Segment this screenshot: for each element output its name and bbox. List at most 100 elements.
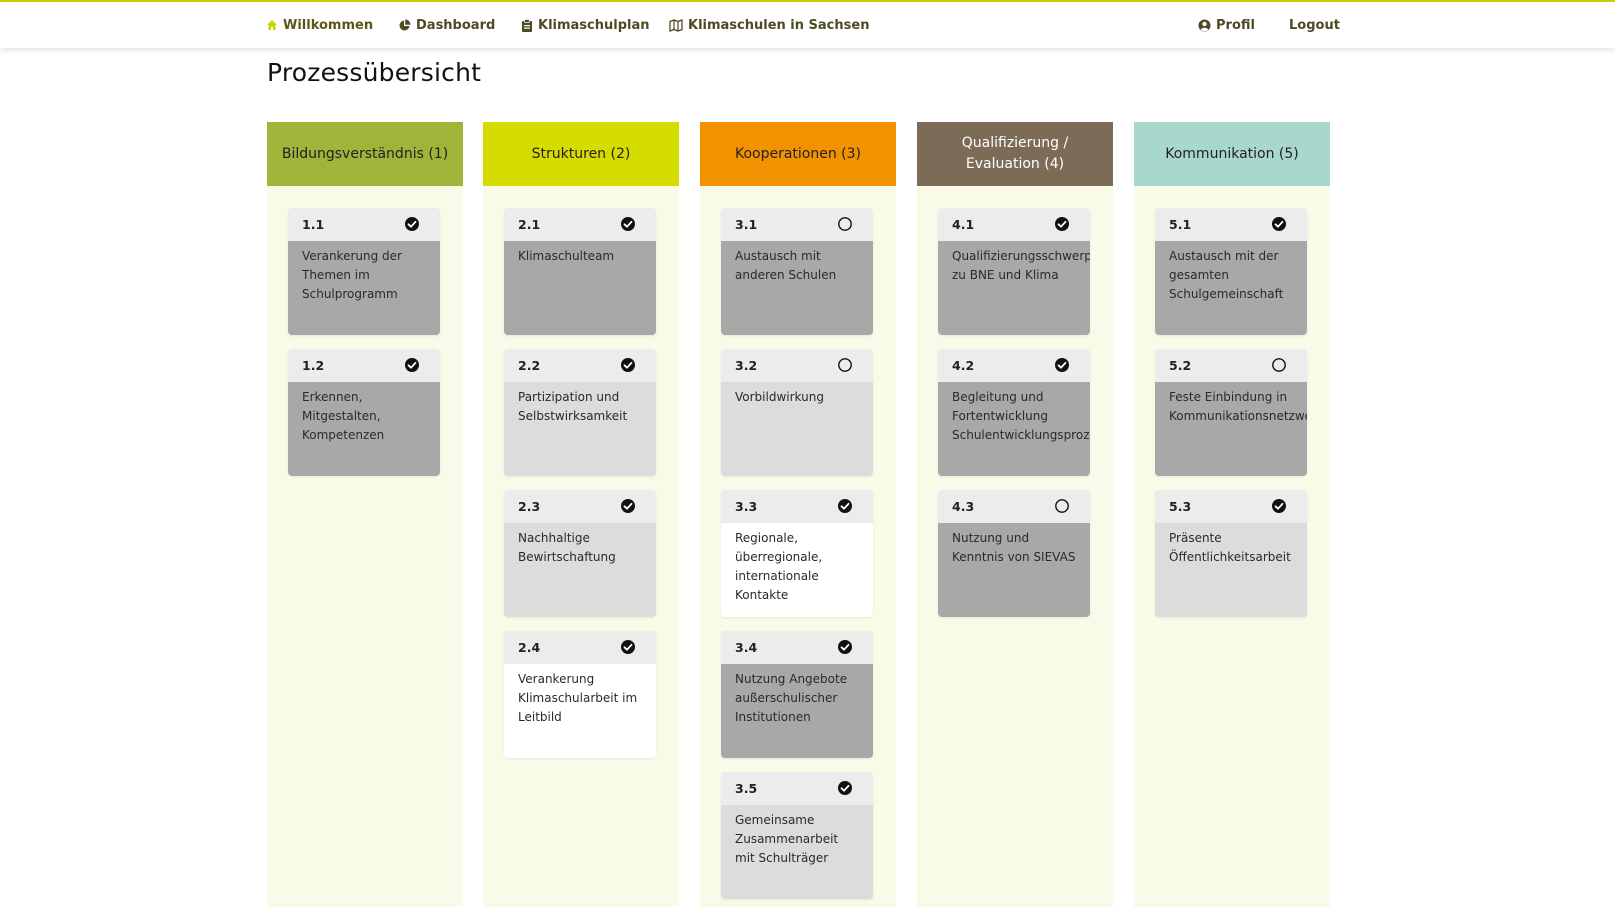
card-header: 4.2 (938, 349, 1090, 382)
card-number: 4.1 (952, 217, 975, 232)
card-number: 5.1 (1169, 217, 1192, 232)
process-card-3-4[interactable]: 3.4 Nutzung Angebote außerschulischer Ins… (721, 631, 873, 758)
check-circle-icon (621, 499, 635, 513)
top-navbar: Willkommen Dashboard Klimaschulplan Klim… (0, 2, 1615, 48)
card-header: 3.5 (721, 772, 873, 805)
card-text: Partizipation und Selbstwirksamkeit (504, 382, 656, 476)
card-header: 2.4 (504, 631, 656, 664)
card-number: 2.1 (518, 217, 541, 232)
user-circle-icon (1198, 19, 1211, 31)
card-header: 2.3 (504, 490, 656, 523)
check-circle-icon (621, 640, 635, 654)
nav-dashboard[interactable]: Dashboard (398, 15, 495, 35)
process-card-5-2[interactable]: 5.2 Feste Einbindung in Kommunikationsnet… (1155, 349, 1307, 476)
process-column-3: Kooperationen (3) 3.1 Austausch mit andere… (700, 122, 896, 907)
card-text: Nutzung Angebote außerschulischer Instit… (721, 664, 873, 758)
card-text: Klimaschulteam (504, 241, 656, 335)
process-card-4-1[interactable]: 4.1 Qualifizierungsschwerpunkt zu BNE und… (938, 208, 1090, 335)
nav-profil-label: Profil (1216, 17, 1255, 33)
column-header: Kooperationen (3) (700, 122, 896, 186)
nav-dashboard-label: Dashboard (416, 17, 496, 33)
process-card-3-2[interactable]: 3.2 Vorbildwirkung (721, 349, 873, 476)
card-text: Qualifizierungsschwerpunkt zu BNE und Kl… (938, 241, 1090, 335)
map-icon (669, 18, 683, 32)
process-card-1-1[interactable]: 1.1 Verankerung der Themen im Schulprogra… (288, 208, 440, 335)
card-number: 1.1 (302, 217, 325, 232)
check-circle-icon (838, 781, 852, 795)
pie-chart-icon (399, 19, 411, 30)
nav-willkommen-label: Willkommen (283, 17, 374, 33)
card-number: 3.4 (735, 640, 758, 655)
card-number: 4.3 (952, 499, 975, 514)
card-header: 3.4 (721, 631, 873, 664)
check-circle-icon (1055, 358, 1069, 372)
column-header: Qualifizierung / Evaluation (4) (917, 122, 1113, 186)
card-number: 5.2 (1169, 358, 1192, 373)
card-header: 5.2 (1155, 349, 1307, 382)
card-number: 2.2 (518, 358, 541, 373)
card-text: Regionale, überregionale, internationale… (721, 523, 873, 617)
process-column-2: Strukturen (2) 2.1 Klimaschulteam 2.2 Partiz… (483, 122, 679, 907)
card-header: 5.3 (1155, 490, 1307, 523)
nav-logout-label: Logout (1289, 17, 1340, 33)
card-number: 2.4 (518, 640, 541, 655)
check-circle-icon (1272, 499, 1286, 513)
check-circle-icon (405, 358, 419, 372)
nav-klimaschulen-sachsen[interactable]: Klimaschulen in Sachsen (669, 15, 869, 35)
card-text: Begleitung und Fortentwicklung Schulentw… (938, 382, 1090, 476)
nav-willkommen[interactable]: Willkommen (266, 15, 373, 35)
card-header: 3.2 (721, 349, 873, 382)
column-header: Kommunikation (5) (1134, 122, 1330, 186)
page-title: Prozessübersicht (267, 58, 482, 87)
process-card-4-3[interactable]: 4.3 Nutzung und Kenntnis von SIEVAS (938, 490, 1090, 617)
empty-circle-icon (1272, 358, 1286, 372)
card-header: 3.3 (721, 490, 873, 523)
card-text: Austausch mit anderen Schulen (721, 241, 873, 335)
check-circle-icon (405, 217, 419, 231)
card-number: 1.2 (302, 358, 325, 373)
nav-klimaschulen-label: Klimaschulen in Sachsen (688, 17, 870, 33)
card-number: 5.3 (1169, 499, 1192, 514)
process-card-3-5[interactable]: 3.5 Gemeinsame Zusammenarbeit mit Schultr… (721, 772, 873, 899)
card-text: Austausch mit der gesamten Schulgemeinsc… (1155, 241, 1307, 335)
card-text: Präsente Öffentlichkeitsarbeit (1155, 523, 1307, 617)
card-number: 3.5 (735, 781, 758, 796)
empty-circle-icon (838, 358, 852, 372)
card-text: Verankerung der Themen im Schulprogramm (288, 241, 440, 335)
process-card-5-3[interactable]: 5.3 Präsente Öffentlichkeitsarbeit (1155, 490, 1307, 617)
card-text: Gemeinsame Zusammenarbeit mit Schulträge… (721, 805, 873, 899)
card-text: Feste Einbindung in Kommunikationsnetzwe… (1155, 382, 1307, 476)
process-card-2-2[interactable]: 2.2 Partizipation und Selbstwirksamkeit (504, 349, 656, 476)
check-circle-icon (838, 499, 852, 513)
card-number: 3.2 (735, 358, 758, 373)
card-header: 2.2 (504, 349, 656, 382)
card-number: 3.1 (735, 217, 758, 232)
card-text: Verankerung Klimaschularbeit im Leitbild (504, 664, 656, 758)
card-header: 4.3 (938, 490, 1090, 523)
clipboard-icon (522, 18, 532, 32)
home-icon (267, 20, 277, 30)
process-card-3-1[interactable]: 3.1 Austausch mit anderen Schulen (721, 208, 873, 335)
process-card-2-4[interactable]: 2.4 Verankerung Klimaschularbeit im Leitb… (504, 631, 656, 758)
process-card-5-1[interactable]: 5.1 Austausch mit der gesamten Schulgemei… (1155, 208, 1307, 335)
process-card-1-2[interactable]: 1.2 Erkennen, Mitgestalten, Kompetenzen (288, 349, 440, 476)
process-card-3-3[interactable]: 3.3 Regionale, überregionale, internation… (721, 490, 873, 617)
card-number: 2.3 (518, 499, 541, 514)
process-card-4-2[interactable]: 4.2 Begleitung und Fortentwicklung Schule… (938, 349, 1090, 476)
nav-klimaschulplan[interactable]: Klimaschulplan (521, 15, 650, 35)
process-card-2-3[interactable]: 2.3 Nachhaltige Bewirtschaftung (504, 490, 656, 617)
nav-logout[interactable]: Logout (1289, 15, 1340, 35)
column-header: Strukturen (2) (483, 122, 679, 186)
card-header: 2.1 (504, 208, 656, 241)
card-header: 5.1 (1155, 208, 1307, 241)
check-circle-icon (1055, 217, 1069, 231)
card-text: Nutzung und Kenntnis von SIEVAS (938, 523, 1090, 617)
card-number: 3.3 (735, 499, 758, 514)
process-card-2-1[interactable]: 2.1 Klimaschulteam (504, 208, 656, 335)
process-column-5: Kommunikation (5) 5.1 Austausch mit der ge… (1134, 122, 1330, 907)
nav-profil[interactable]: Profil (1198, 15, 1255, 35)
check-circle-icon (838, 640, 852, 654)
column-header: Bildungsverständnis (1) (267, 122, 463, 186)
check-circle-icon (621, 217, 635, 231)
check-circle-icon (621, 358, 635, 372)
